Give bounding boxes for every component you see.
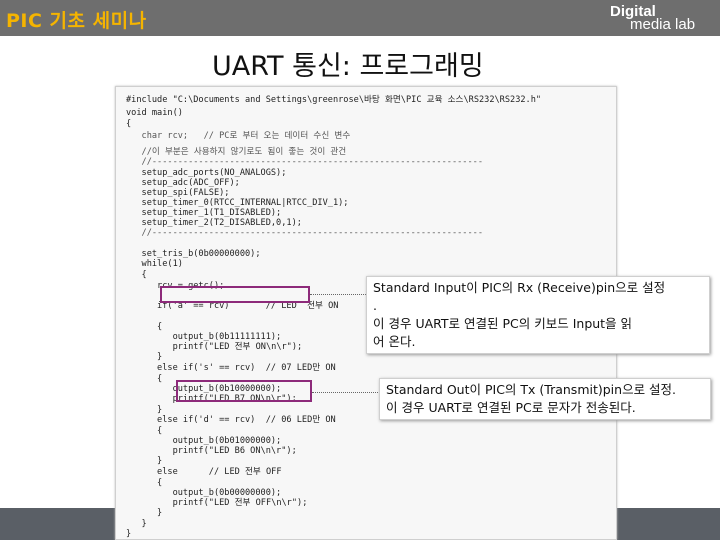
code-line: setup_timer_0(RTCC_INTERNAL|RTCC_DIV_1); <box>126 198 349 208</box>
code-line: set_tris_b(0b00000000); <box>126 249 261 259</box>
output-callout-line-2: 이 경우 UART로 연결된 PC로 문자가 전송된다. <box>386 400 636 415</box>
code-line: char rcv; // PC로 부터 오는 데이터 수신 변수 <box>126 131 351 141</box>
output-connector-line <box>312 392 380 393</box>
output-callout: Standard Out이 PIC의 Tx (Transmit)pin으로 설정… <box>379 378 711 420</box>
code-line: //이 부분은 사용하지 않기로도 됨이 좋는 것이 관건 <box>126 147 347 157</box>
code-line: } <box>126 529 132 539</box>
code-line: { <box>126 374 163 384</box>
code-line: void main() <box>126 108 183 118</box>
code-line: } <box>126 456 163 466</box>
input-callout-line-4: 어 온다. <box>373 334 416 349</box>
input-callout-line-3: 이 경우 UART로 연결된 PC의 키보드 Input을 읽 <box>373 316 633 331</box>
input-callout-line-2: . <box>373 298 377 313</box>
code-line: //--------------------------------------… <box>126 228 483 238</box>
code-line: { <box>126 478 163 488</box>
code-line: while(1) <box>126 259 183 269</box>
code-line: { <box>126 270 147 280</box>
code-line: { <box>126 119 132 129</box>
getc-highlight-box <box>160 286 310 303</box>
output-callout-line-1: Standard Out이 PIC의 Tx (Transmit)pin으로 설정… <box>386 382 677 397</box>
code-line: else // LED 전부 OFF <box>126 467 282 477</box>
digital-media-lab-logo: Digital media lab <box>610 3 710 33</box>
code-line: } <box>126 405 163 415</box>
code-line: printf("LED 전부 OFF\n\r"); <box>126 498 308 508</box>
header-bar: PIC 기초 세미나 Digital media lab <box>0 0 720 36</box>
code-line: else if('s' == rcv) // 07 LED만 ON <box>126 363 336 373</box>
code-line: { <box>126 322 163 332</box>
code-line: } <box>126 352 163 362</box>
code-line: setup_spi(FALSE); <box>126 188 230 198</box>
input-connector-line <box>310 294 366 295</box>
code-line: output_b(0b01000000); <box>126 436 282 446</box>
code-line: //--------------------------------------… <box>126 157 483 167</box>
code-line: } <box>126 508 163 518</box>
code-line: setup_timer_1(T1_DISABLED); <box>126 208 282 218</box>
output-highlight-box <box>176 380 312 402</box>
header-title: PIC 기초 세미나 <box>6 10 147 32</box>
code-line: printf("LED B6 ON\n\r"); <box>126 446 297 456</box>
code-line: output_b(0b11111111); <box>126 332 282 342</box>
code-line: { <box>126 426 163 436</box>
code-line: } <box>126 519 147 529</box>
code-line: setup_adc(ADC_OFF); <box>126 178 240 188</box>
code-line: printf("LED 전부 ON\n\r"); <box>126 342 303 352</box>
code-line: setup_adc_ports(NO_ANALOGS); <box>126 168 287 178</box>
input-callout: Standard Input이 PIC의 Rx (Receive)pin으로 설… <box>366 276 710 354</box>
logo-line2: media lab <box>630 16 696 33</box>
input-callout-line-1: Standard Input이 PIC의 Rx (Receive)pin으로 설… <box>373 280 666 295</box>
code-line: #include "C:\Documents and Settings\gree… <box>126 95 542 105</box>
code-line: output_b(0b00000000); <box>126 488 282 498</box>
code-line: setup_timer_2(T2_DISABLED,0,1); <box>126 218 302 228</box>
code-line: else if('d' == rcv) // 06 LED만 ON <box>126 415 336 425</box>
slide-title: UART 통신: 프로그래밍 <box>212 51 484 82</box>
